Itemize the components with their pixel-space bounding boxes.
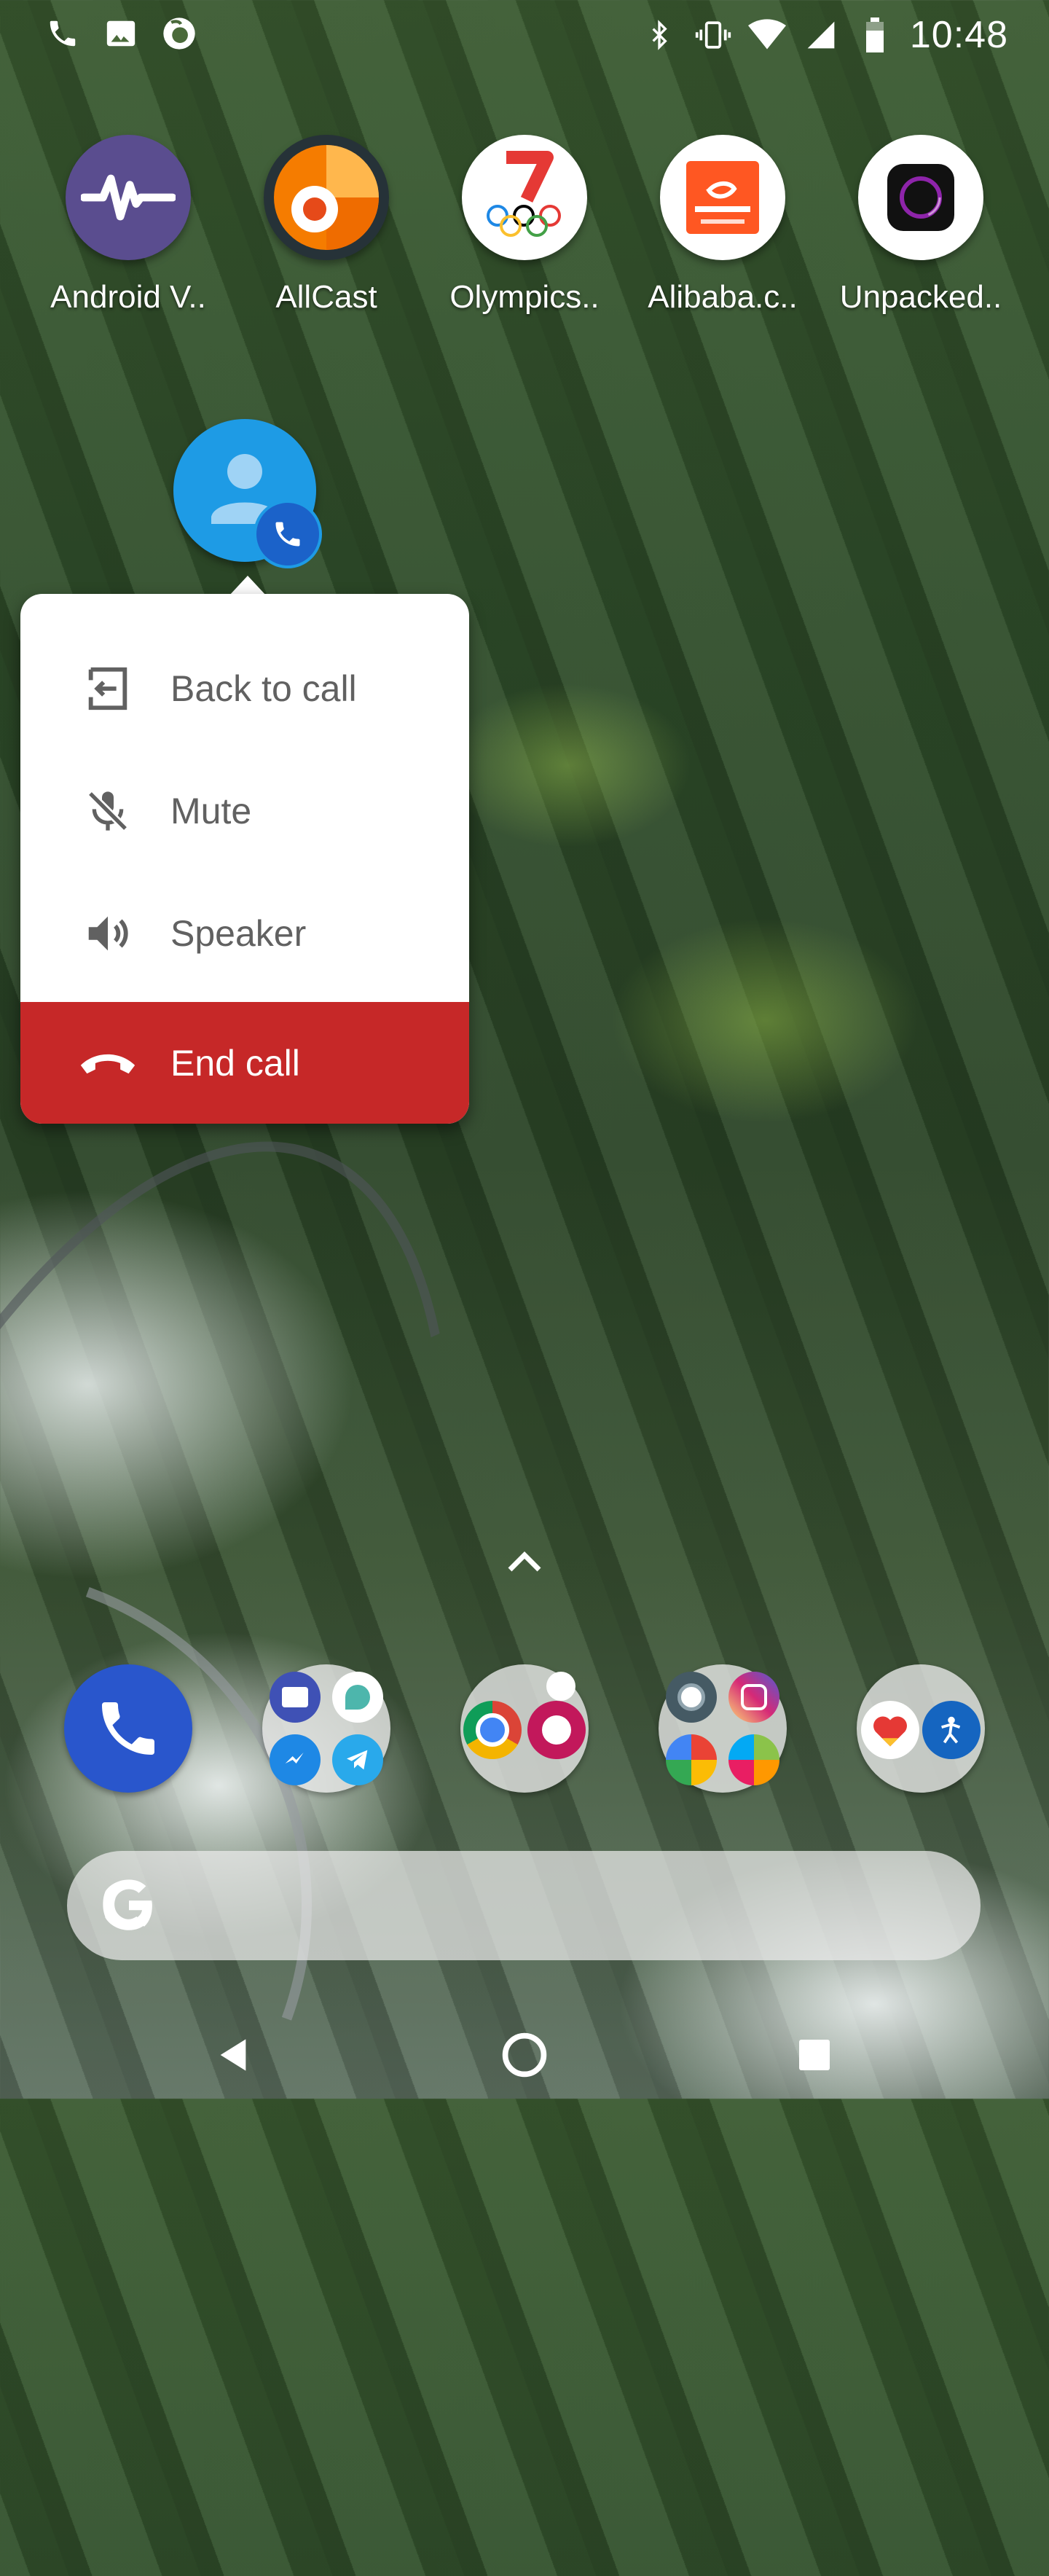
messaging-folder[interactable] [262, 1664, 390, 1793]
google-g-icon [96, 1873, 162, 1938]
health-folder[interactable] [857, 1664, 985, 1793]
status-bar: 10:48 [0, 0, 1049, 70]
phone-icon [102, 1702, 154, 1755]
app-label: Alibaba.c.. [648, 279, 798, 315]
chrome-icon [463, 1701, 522, 1759]
app-android-vitals[interactable]: Android V.. [41, 135, 216, 316]
recents-button[interactable] [785, 2026, 844, 2084]
messenger-icon [270, 1734, 321, 1785]
app-alibaba[interactable]: Alibaba.c.. [635, 135, 810, 316]
dock [0, 1664, 1049, 1793]
android-vitals-icon[interactable] [66, 135, 191, 260]
phone-app[interactable] [64, 1664, 192, 1793]
speaker-icon [79, 904, 137, 963]
call-badge-icon [254, 500, 322, 568]
firefox-icon [160, 15, 198, 52]
vibrate-icon [694, 16, 732, 54]
app-label: AllCast [275, 279, 377, 315]
google-search-bar[interactable] [67, 1851, 981, 1960]
end-call-icon [79, 1034, 137, 1092]
popup-arrow [229, 576, 267, 596]
telegram-icon [332, 1734, 383, 1785]
menu-item-label: Speaker [170, 913, 307, 954]
battery-icon [856, 16, 894, 54]
app-label: Unpacked.. [839, 279, 1002, 315]
home-button[interactable] [495, 2026, 554, 2084]
menu-item-label: Mute [170, 791, 252, 831]
notification-dot [546, 1672, 575, 1701]
menu-item-speaker[interactable]: Speaker [20, 872, 469, 995]
menu-item-end-call[interactable]: End call [20, 1002, 469, 1124]
back-button[interactable] [204, 2026, 262, 2084]
google-photos-icon [666, 1734, 717, 1785]
app-row: Android V.. AllCast Olympics.. Alibaba.c… [0, 135, 1049, 316]
phone-icon [44, 15, 82, 52]
allcast-icon[interactable] [264, 135, 389, 260]
bluetooth-icon [640, 16, 678, 54]
menu-item-back-to-call[interactable]: Back to call [20, 627, 469, 750]
home-circle-icon [502, 2032, 547, 2078]
call-shortcut-menu: Back to call Mute Speaker End call [20, 594, 469, 1124]
instagram-icon [728, 1672, 779, 1723]
menu-item-mute[interactable]: Mute [20, 750, 469, 872]
mapmyrun-icon [922, 1701, 981, 1759]
menu-item-label: Back to call [170, 668, 357, 709]
mic-off-icon [79, 782, 137, 840]
app-olympics[interactable]: Olympics.. [437, 135, 612, 316]
google-fit-icon [861, 1701, 919, 1759]
gallery-icon [728, 1734, 779, 1785]
firefox-focus-icon [527, 1701, 586, 1759]
unpacked-icon[interactable] [858, 135, 983, 260]
signal-icon [802, 16, 840, 54]
menu-item-label: End call [170, 1042, 300, 1084]
navigation-bar [0, 2004, 1049, 2099]
hangouts-icon [332, 1672, 383, 1723]
back-to-call-icon [79, 659, 137, 718]
camera-icon [666, 1672, 717, 1723]
back-triangle-icon [220, 2039, 246, 2071]
wifi-icon [747, 16, 786, 54]
browser-folder[interactable] [460, 1664, 589, 1793]
messages-icon [270, 1672, 321, 1723]
app-label: Android V.. [50, 279, 206, 315]
olympics-icon[interactable] [462, 135, 587, 260]
image-icon [102, 15, 140, 52]
app-label: Olympics.. [449, 279, 600, 315]
clock-time: 10:48 [909, 14, 1008, 56]
app-drawer-arrow-icon[interactable] [506, 1548, 543, 1577]
alibaba-icon[interactable] [660, 135, 785, 260]
app-unpacked[interactable]: Unpacked.. [833, 135, 1008, 316]
app-allcast[interactable]: AllCast [239, 135, 414, 316]
photos-folder[interactable] [659, 1664, 787, 1793]
recents-square-icon [799, 2040, 830, 2070]
